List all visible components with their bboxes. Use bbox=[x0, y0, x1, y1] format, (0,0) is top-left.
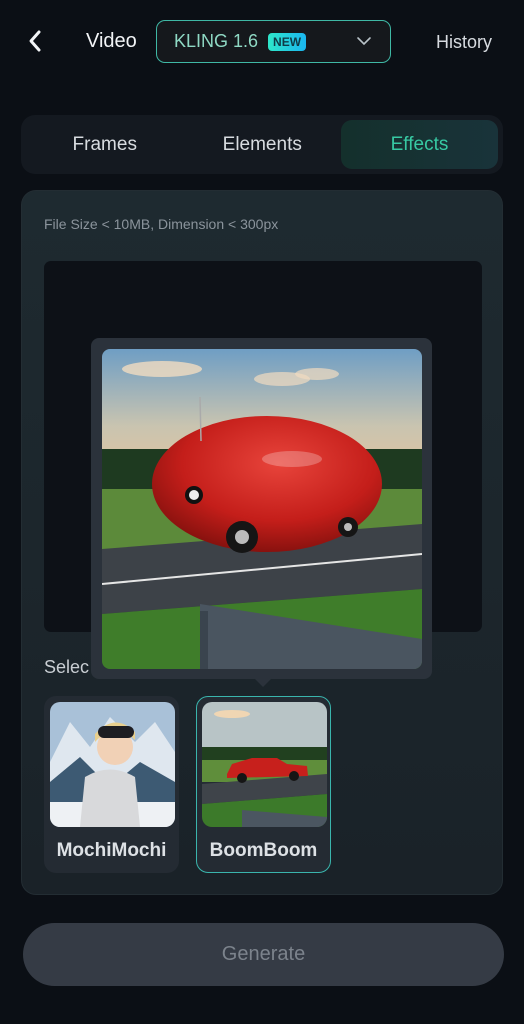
tab-elements[interactable]: Elements bbox=[184, 120, 342, 169]
back-button[interactable] bbox=[22, 26, 48, 56]
effect-card-boomboom[interactable]: BoomBoom bbox=[196, 696, 331, 873]
tab-frames[interactable]: Frames bbox=[26, 120, 184, 169]
effect-card-mochimochi[interactable]: MochiMochi bbox=[44, 696, 179, 873]
mode-tabs: Frames Elements Effects bbox=[21, 115, 503, 174]
effect-list: MochiMochi BoomBoom bbox=[44, 696, 331, 873]
chevron-down-icon bbox=[357, 37, 371, 46]
upload-hint: File Size < 10MB, Dimension < 300px bbox=[44, 216, 279, 232]
popover-arrow bbox=[254, 678, 272, 687]
select-effect-label: Selec bbox=[44, 657, 90, 677]
model-name: KLING 1.6 bbox=[174, 31, 259, 51]
page-title: Video bbox=[86, 30, 137, 52]
effect-label: BoomBoom bbox=[209, 840, 318, 861]
preview-image bbox=[102, 349, 422, 669]
top-bar: Video KLING 1.6 NEW History bbox=[0, 0, 524, 86]
generate-button[interactable]: Generate bbox=[23, 923, 504, 986]
history-link[interactable]: History bbox=[436, 32, 492, 53]
effect-thumbnail bbox=[202, 702, 327, 827]
tab-effects[interactable]: Effects bbox=[341, 120, 498, 169]
effect-preview-popover bbox=[91, 338, 432, 687]
effect-label: MochiMochi bbox=[56, 840, 167, 861]
chevron-left-icon bbox=[29, 30, 41, 52]
model-dropdown[interactable]: KLING 1.6 NEW bbox=[156, 20, 391, 63]
effect-thumbnail bbox=[50, 702, 175, 827]
new-badge: NEW bbox=[268, 32, 307, 51]
